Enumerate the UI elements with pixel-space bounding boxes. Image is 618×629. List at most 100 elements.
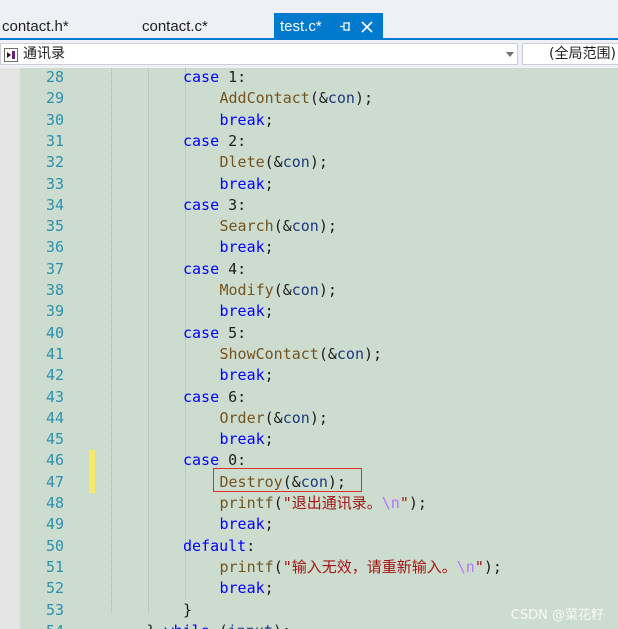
code-token: default — [183, 536, 247, 555]
code-line[interactable]: 51 printf("输入无效，请重新输入。\n"); — [0, 557, 618, 578]
line-number: 54 — [24, 621, 64, 629]
tab-contact-h[interactable]: contact.h* — [2, 13, 69, 40]
code-line[interactable]: 40 case 5: — [0, 323, 618, 344]
code-token: ); — [364, 344, 383, 363]
code-token: case — [183, 323, 220, 342]
code-line[interactable]: 30 break; — [0, 110, 618, 131]
tab-test-c[interactable]: test.c* — [274, 13, 383, 40]
code-line[interactable]: 44 Order(&con); — [0, 408, 618, 429]
code-text: Modify(&con); — [220, 280, 337, 301]
code-text: } — [183, 600, 192, 621]
code-line[interactable]: 36 break; — [0, 237, 618, 258]
code-text: case 2: — [183, 131, 246, 152]
code-line[interactable]: 32 Dlete(&con); — [0, 152, 618, 173]
tab-label: contact.c* — [142, 18, 208, 35]
line-number: 47 — [45, 472, 64, 491]
code-text: AddContact(&con); — [220, 88, 374, 109]
code-line[interactable]: 48 printf("退出通讯录。\n"); — [0, 493, 618, 514]
code-text: break; — [220, 110, 274, 131]
code-token: " — [399, 494, 409, 512]
member-scope-dropdown[interactable]: (全局范围) — [522, 43, 618, 65]
code-token: 2: — [219, 131, 247, 150]
code-line[interactable]: 29 AddContact(&con); — [0, 88, 618, 109]
code-line[interactable]: 50 default: — [0, 536, 618, 557]
code-token: ); — [483, 557, 502, 576]
code-token: (& — [273, 217, 292, 236]
code-text: Dlete(&con); — [220, 152, 328, 173]
code-token: Search — [219, 217, 274, 236]
code-line[interactable]: 41 ShowContact(&con); — [0, 344, 618, 365]
code-token: AddContact — [219, 89, 310, 108]
code-token: input — [228, 622, 273, 629]
code-token: ); — [309, 153, 328, 172]
code-line[interactable]: 35 Search(&con); — [0, 216, 618, 237]
code-line[interactable]: 34 case 3: — [0, 195, 618, 216]
code-text: break; — [220, 365, 274, 386]
code-token: break — [219, 430, 265, 449]
code-text: printf("退出通讯录。\n"); — [220, 493, 427, 514]
code-token: ); — [318, 217, 337, 236]
code-text: case 4: — [183, 259, 246, 280]
code-token: Modify — [219, 281, 274, 299]
line-number: 28 — [45, 68, 64, 86]
code-line[interactable]: 28 case 1: — [0, 68, 618, 88]
code-text: break; — [220, 301, 274, 322]
code-token: 3: — [219, 195, 247, 214]
code-text: ShowContact(&con); — [220, 344, 383, 365]
code-token: con — [291, 217, 319, 236]
code-token: break — [219, 302, 265, 321]
code-line[interactable]: 33 break; — [0, 174, 618, 195]
code-token: ); — [309, 408, 328, 427]
line-number: 32 — [45, 153, 64, 172]
tab-contact-c[interactable]: contact.c* — [142, 13, 208, 40]
pin-icon[interactable] — [338, 13, 352, 40]
code-token: \n — [456, 557, 475, 576]
code-editor[interactable]: 28 case 1: 29 AddContact(&con); 30 break; 31 ca… — [0, 68, 618, 629]
code-text: Order(&con); — [220, 408, 328, 429]
chevron-down-icon[interactable] — [506, 52, 514, 57]
line-number: 52 — [45, 579, 64, 598]
code-token: ); — [408, 494, 427, 512]
code-token: ; — [264, 110, 274, 129]
close-icon[interactable] — [358, 13, 376, 40]
code-token: ( — [210, 622, 228, 629]
code-token: ; — [264, 430, 274, 449]
code-text: case 5: — [183, 323, 246, 344]
code-line[interactable]: 38 Modify(&con); — [0, 280, 618, 301]
code-token: : — [246, 536, 256, 555]
code-line[interactable]: 42 break; — [0, 365, 618, 386]
code-line[interactable]: 52 break; — [0, 578, 618, 599]
code-token: ShowContact — [219, 344, 319, 363]
code-token: ; — [264, 174, 274, 193]
code-token: ); — [318, 281, 337, 299]
code-line[interactable]: 45 break; — [0, 429, 618, 450]
code-token: case — [183, 68, 220, 86]
code-token: ); — [273, 622, 291, 629]
code-token: (& — [318, 344, 337, 363]
code-line[interactable]: 31 case 2: — [0, 131, 618, 152]
code-line[interactable]: 49 break; — [0, 514, 618, 535]
code-line[interactable]: 37 case 4: — [0, 259, 618, 280]
code-text: default: — [183, 536, 255, 557]
code-token: 6: — [219, 387, 247, 406]
code-line[interactable]: 43 case 6: — [0, 387, 618, 408]
code-token: while — [165, 622, 210, 629]
change-indicator — [89, 450, 95, 472]
code-text: case 6: — [183, 387, 246, 408]
code-token: "输入无效，请重新输入。 — [282, 557, 457, 576]
code-token: \n — [381, 494, 400, 512]
code-line[interactable]: 39 break; — [0, 301, 618, 322]
project-scope-dropdown[interactable]: 通讯录 — [0, 43, 518, 65]
line-number: 40 — [45, 323, 64, 342]
member-scope-label: (全局范围) — [549, 46, 616, 62]
line-number: 53 — [45, 600, 64, 619]
code-token: Order — [219, 408, 265, 427]
code-token: break — [219, 110, 265, 129]
code-token: con — [282, 408, 310, 427]
project-scope-label: 通讯录 — [23, 46, 65, 62]
code-token: 1: — [219, 68, 247, 86]
code-token: 0: — [219, 451, 247, 470]
code-token: case — [183, 131, 220, 150]
line-number: 45 — [45, 430, 64, 449]
code-text: case 3: — [183, 195, 246, 216]
